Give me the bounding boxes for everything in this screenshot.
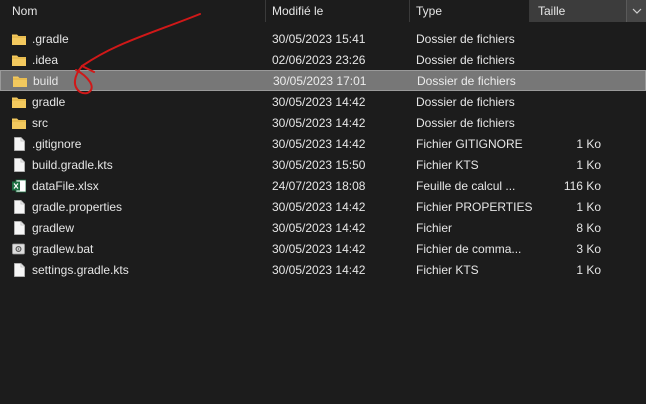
column-header-type[interactable]: Type: [410, 0, 530, 22]
file-row[interactable]: src 30/05/2023 14:42 Dossier de fichiers: [0, 112, 646, 133]
file-name: .gradle: [32, 31, 69, 46]
file-size: 1 Ko: [576, 157, 601, 172]
file-name-cell: gradle.properties: [12, 199, 122, 215]
file-type: Feuille de calcul ...: [416, 178, 516, 193]
file-date: 24/07/2023 18:08: [272, 178, 366, 193]
file-size: 8 Ko: [576, 220, 601, 235]
file-row[interactable]: gradlew 30/05/2023 14:42 Fichier 8 Ko: [0, 217, 646, 238]
folder-icon: [12, 94, 26, 110]
file-name-cell: .gitignore: [12, 136, 81, 152]
file-name: build.gradle.kts: [32, 157, 113, 172]
file-list: .gradle 30/05/2023 15:41 Dossier de fichie…: [0, 28, 646, 280]
file-type: Dossier de fichiers: [417, 73, 516, 88]
column-header-name-label: Nom: [12, 4, 38, 18]
excel-icon: [12, 178, 26, 194]
file-size: 3 Ko: [576, 241, 601, 256]
file-date: 30/05/2023 14:42: [272, 199, 366, 214]
file-type: Dossier de fichiers: [416, 115, 515, 130]
folder-icon: [12, 115, 26, 131]
file-name: gradle: [32, 94, 66, 109]
column-header-name[interactable]: Nom: [0, 0, 266, 22]
file-date: 30/05/2023 14:42: [272, 220, 366, 235]
file-size: 1 Ko: [576, 262, 601, 277]
file-type: Fichier KTS: [416, 262, 479, 277]
file-date: 30/05/2023 14:42: [272, 262, 366, 277]
file-type: Fichier PROPERTIES: [416, 199, 533, 214]
file-icon: [12, 262, 26, 278]
file-name: src: [32, 115, 48, 130]
file-row[interactable]: build 30/05/2023 17:01 Dossier de fichiers: [0, 70, 646, 91]
column-header-date-label: Modifié le: [272, 4, 324, 18]
column-header-type-label: Type: [416, 4, 443, 18]
file-name: settings.gradle.kts: [32, 262, 129, 277]
file-type: Dossier de fichiers: [416, 52, 515, 67]
file-type: Fichier KTS: [416, 157, 479, 172]
file-size: 116 Ko: [563, 178, 601, 193]
file-date: 30/05/2023 14:42: [272, 241, 366, 256]
file-type: Fichier GITIGNORE: [416, 136, 523, 151]
file-date: 30/05/2023 17:01: [273, 73, 367, 88]
file-name-cell: gradlew: [12, 220, 74, 236]
column-dropdown-button[interactable]: [626, 0, 646, 22]
file-row[interactable]: .idea 02/06/2023 23:26 Dossier de fichiers: [0, 49, 646, 70]
file-row[interactable]: .gitignore 30/05/2023 14:42 Fichier GITIGN…: [0, 133, 646, 154]
file-name-cell: .gradle: [12, 31, 69, 47]
file-name-cell: build.gradle.kts: [12, 157, 113, 173]
file-name: build: [33, 73, 59, 88]
file-name-cell: gradle: [12, 94, 65, 110]
file-row[interactable]: build.gradle.kts 30/05/2023 15:50 Fichier …: [0, 154, 646, 175]
file-name: gradlew: [32, 220, 75, 235]
file-date: 30/05/2023 14:42: [272, 94, 366, 109]
folder-icon: [12, 52, 26, 68]
file-name-cell: src: [12, 115, 48, 131]
column-header-bar: Nom Modifié le Type Taille: [0, 0, 646, 22]
file-name-cell: dataFile.xlsx: [12, 178, 99, 194]
folder-icon: [13, 73, 27, 89]
batch-file-icon: [12, 241, 26, 257]
file-date: 30/05/2023 15:41: [272, 31, 366, 46]
file-type: Dossier de fichiers: [416, 94, 515, 109]
column-header-size[interactable]: Taille: [530, 0, 646, 22]
file-name-cell: .idea: [12, 52, 58, 68]
file-name-cell: settings.gradle.kts: [12, 262, 129, 278]
file-row[interactable]: dataFile.xlsx 24/07/2023 18:08 Feuille de …: [0, 175, 646, 196]
file-date: 02/06/2023 23:26: [272, 52, 366, 67]
file-icon: [12, 199, 26, 215]
file-icon: [12, 157, 26, 173]
folder-icon: [12, 31, 26, 47]
file-name: .idea: [32, 52, 59, 67]
file-row[interactable]: settings.gradle.kts 30/05/2023 14:42 Fichi…: [0, 259, 646, 280]
file-type: Fichier: [416, 220, 453, 235]
file-row[interactable]: gradle 30/05/2023 14:42 Dossier de fichier…: [0, 91, 646, 112]
file-size: 1 Ko: [576, 199, 601, 214]
chevron-down-icon: [632, 8, 641, 14]
file-icon: [12, 220, 26, 236]
file-name: .gitignore: [32, 136, 82, 151]
file-name: gradle.properties: [32, 199, 123, 214]
file-name: dataFile.xlsx: [32, 178, 99, 193]
file-row[interactable]: .gradle 30/05/2023 15:41 Dossier de fichie…: [0, 28, 646, 49]
file-type: Fichier de comma...: [416, 241, 522, 256]
file-row[interactable]: gradlew.bat 30/05/2023 14:42 Fichier de co…: [0, 238, 646, 259]
column-header-date[interactable]: Modifié le: [266, 0, 410, 22]
file-date: 30/05/2023 15:50: [272, 157, 366, 172]
file-icon: [12, 136, 26, 152]
file-row[interactable]: gradle.properties 30/05/2023 14:42 Fichier…: [0, 196, 646, 217]
file-type: Dossier de fichiers: [416, 31, 515, 46]
file-name-cell: build: [13, 73, 58, 89]
file-name: gradlew.bat: [32, 241, 94, 256]
file-date: 30/05/2023 14:42: [272, 115, 366, 130]
file-size: 1 Ko: [576, 136, 601, 151]
file-name-cell: gradlew.bat: [12, 241, 93, 257]
file-date: 30/05/2023 14:42: [272, 136, 366, 151]
column-header-size-label: Taille: [538, 4, 566, 18]
